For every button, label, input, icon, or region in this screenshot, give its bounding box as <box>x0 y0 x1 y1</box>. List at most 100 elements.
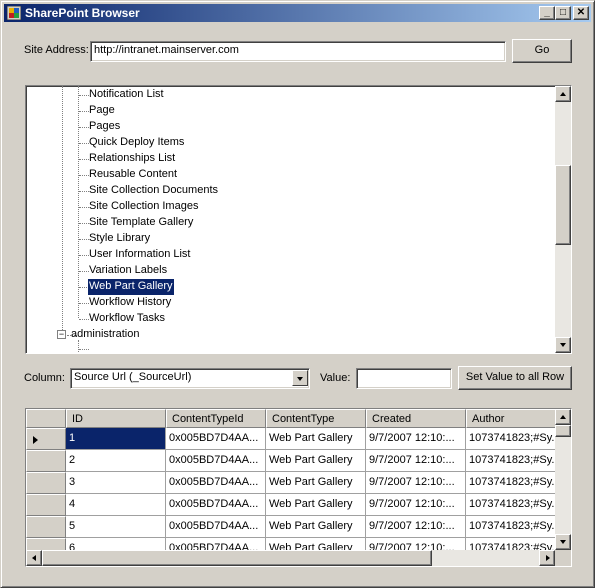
grid-cell[interactable]: Web Part Gallery <box>266 494 366 516</box>
grid-cell[interactable]: 9/7/2007 12:10:... <box>366 516 466 538</box>
grid-scroll-up-button[interactable] <box>555 409 571 425</box>
tree-node-item[interactable]: Relationships List <box>88 151 176 167</box>
grid-cell[interactable]: 0x005BD7D4AA... <box>166 472 266 494</box>
grid-cell[interactable]: 1073741823;#Sy... <box>466 428 555 450</box>
tree-node-item[interactable]: Style Library <box>88 231 151 247</box>
grid-cell[interactable]: Web Part Gallery <box>266 472 366 494</box>
grid-cell[interactable]: 1 <box>66 428 166 450</box>
grid-cell[interactable]: 1073741823;#Sy... <box>466 516 555 538</box>
column-header[interactable]: ContentTypeId <box>166 409 266 428</box>
set-value-all-rows-button[interactable]: Set Value to all Row <box>458 366 572 390</box>
row-header[interactable] <box>26 472 66 494</box>
grid-cell[interactable]: 3 <box>66 472 166 494</box>
tree-node-item[interactable]: Page <box>88 103 116 119</box>
title-bar[interactable]: SharePoint Browser _ □ ✕ <box>4 4 591 22</box>
row-header[interactable] <box>26 450 66 472</box>
minimize-button[interactable]: _ <box>539 6 555 20</box>
grid-cell[interactable]: 0x005BD7D4AA... <box>166 450 266 472</box>
arrow-up-icon <box>560 415 566 419</box>
grid-size-corner <box>555 550 571 566</box>
grid-scroll-down-button[interactable] <box>555 534 571 550</box>
close-icon: ✕ <box>576 7 586 18</box>
tree-scroll-up-button[interactable] <box>555 86 571 102</box>
go-button[interactable]: Go <box>512 39 572 63</box>
row-header[interactable] <box>26 538 66 550</box>
grid-cell[interactable]: Web Part Gallery <box>266 538 366 550</box>
column-label: Column: <box>24 372 65 384</box>
grid-cell[interactable]: 6 <box>66 538 166 550</box>
grid-cell[interactable]: 9/7/2007 12:10:... <box>366 450 466 472</box>
grid-cell[interactable]: 0x005BD7D4AA... <box>166 516 266 538</box>
column-header[interactable]: Created <box>366 409 466 428</box>
tree-node-administration[interactable]: administration <box>70 327 140 343</box>
grid-horizontal-scrollbar[interactable] <box>26 550 555 566</box>
grid-cell[interactable]: 4 <box>66 494 166 516</box>
grid-cell[interactable]: 0x005BD7D4AA... <box>166 538 266 550</box>
grid-corner-header <box>26 409 66 428</box>
tree-node-item[interactable]: User Information List <box>88 247 191 263</box>
tree-node-item[interactable]: Variation Labels <box>88 263 168 279</box>
grid-cell[interactable]: 1073741823;#Sy... <box>466 538 555 550</box>
maximize-button[interactable]: □ <box>555 6 571 20</box>
grid-cell[interactable]: Web Part Gallery <box>266 428 366 450</box>
tree-scroll-down-button[interactable] <box>555 337 571 353</box>
grid-cell[interactable]: 1073741823;#Sy... <box>466 494 555 516</box>
site-address-input[interactable]: http://intranet.mainserver.com <box>90 41 506 62</box>
grid-cell[interactable]: 9/7/2007 12:10:... <box>366 428 466 450</box>
app-icon <box>7 6 21 20</box>
column-header[interactable]: ID <box>66 409 166 428</box>
tree-node-item[interactable]: Workflow History <box>88 295 172 311</box>
column-dropdown-button[interactable] <box>292 370 308 386</box>
grid-cell[interactable]: 5 <box>66 516 166 538</box>
expander-administration[interactable]: − <box>57 330 66 339</box>
grid-cell[interactable]: 9/7/2007 12:10:... <box>366 472 466 494</box>
chevron-down-icon <box>297 377 303 381</box>
column-header[interactable]: ContentType <box>266 409 366 428</box>
grid-cell[interactable]: 0x005BD7D4AA... <box>166 494 266 516</box>
grid-cell[interactable]: 1073741823;#Sy... <box>466 472 555 494</box>
tree-node-item[interactable]: Notification List <box>88 87 165 103</box>
grid-scroll-left-button[interactable] <box>26 550 42 566</box>
grid-cell[interactable]: 9/7/2007 12:10:... <box>366 494 466 516</box>
row-header[interactable] <box>26 516 66 538</box>
tree-node-item[interactable]: Workflow Tasks <box>88 311 166 327</box>
tree-node-item[interactable]: Quick Deploy Items <box>88 135 185 151</box>
tree-node-item[interactable]: Reusable Content <box>88 167 178 183</box>
grid-vscroll-thumb[interactable] <box>555 425 571 437</box>
tree-node-item[interactable]: Site Collection Documents <box>88 183 219 199</box>
row-header[interactable] <box>26 428 66 450</box>
column-select[interactable]: Source Url (_SourceUrl) <box>70 368 310 389</box>
app-window: SharePoint Browser _ □ ✕ Site Address: h… <box>0 0 595 588</box>
grid-cell[interactable]: Web Part Gallery <box>266 450 366 472</box>
list-tree-view[interactable]: Notification List Page Pages Quick Deploy I… <box>25 85 572 354</box>
tree-node-item[interactable]: Site Template Gallery <box>88 215 194 231</box>
grid-cell[interactable]: 1073741823;#Sy... <box>466 450 555 472</box>
current-row-indicator-icon <box>33 436 38 444</box>
tree-line-branch <box>78 86 79 318</box>
tree-content: Notification List Page Pages Quick Deploy I… <box>26 86 555 353</box>
value-input[interactable] <box>356 368 452 389</box>
grid-cell[interactable]: Web Part Gallery <box>266 516 366 538</box>
tree-node-item[interactable]: Pages <box>88 119 121 135</box>
tree-node-item[interactable]: Site Collection Images <box>88 199 199 215</box>
column-header[interactable]: Author <box>466 409 555 428</box>
window-title: SharePoint Browser <box>25 6 140 20</box>
grid-viewport: ID ContentTypeId ContentType Created Author 1… <box>26 409 555 550</box>
value-label: Value: <box>320 372 351 384</box>
column-select-value: Source Url (_SourceUrl) <box>74 371 192 383</box>
data-grid[interactable]: ID ContentTypeId ContentType Created Author 1… <box>25 408 572 567</box>
maximize-icon: □ <box>559 7 567 18</box>
tree-vertical-scrollbar[interactable] <box>555 86 571 353</box>
tree-scroll-thumb[interactable] <box>555 165 571 245</box>
grid-hscroll-thumb[interactable] <box>42 550 432 566</box>
grid-cell[interactable]: 0x005BD7D4AA... <box>166 428 266 450</box>
tree-line-root <box>62 86 63 336</box>
row-header[interactable] <box>26 494 66 516</box>
grid-cell[interactable]: 9/7/2007 12:10:... <box>366 538 466 550</box>
grid-scroll-right-button[interactable] <box>539 550 555 566</box>
grid-vertical-scrollbar[interactable] <box>555 409 571 550</box>
grid-cell[interactable]: 2 <box>66 450 166 472</box>
arrow-left-icon <box>32 555 36 561</box>
close-button[interactable]: ✕ <box>573 6 589 20</box>
tree-node-item[interactable]: Web Part Gallery <box>87 278 175 296</box>
